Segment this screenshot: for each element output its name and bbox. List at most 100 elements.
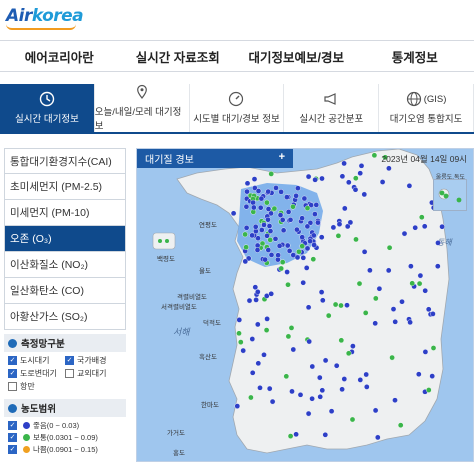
station-dot[interactable] — [257, 204, 264, 211]
station-dot[interactable] — [316, 374, 323, 381]
station-dot[interactable] — [425, 306, 432, 313]
station-dot[interactable] — [287, 433, 294, 439]
station-dot[interactable] — [243, 244, 249, 250]
station-dot[interactable] — [267, 237, 273, 243]
station-dot[interactable] — [317, 393, 323, 400]
station-dot[interactable] — [265, 188, 271, 195]
station-dot[interactable] — [439, 223, 445, 230]
station-dot[interactable] — [429, 373, 436, 379]
station-dot[interactable] — [271, 205, 278, 212]
station-dot[interactable] — [264, 199, 270, 206]
station-dot[interactable] — [238, 339, 244, 345]
station-dot[interactable] — [261, 351, 267, 358]
station-dot[interactable] — [280, 227, 287, 234]
station-dot[interactable] — [299, 243, 305, 249]
gnb-about[interactable]: 에어코리아란 — [0, 41, 119, 71]
station-dot[interactable] — [312, 211, 318, 217]
station-dot[interactable] — [297, 391, 304, 398]
station-dot[interactable] — [278, 265, 284, 272]
expand-plus-icon[interactable]: + — [279, 151, 285, 163]
airkorea-logo[interactable]: Airkorea — [6, 6, 84, 26]
station-dot[interactable] — [385, 267, 392, 274]
station-dot[interactable] — [305, 173, 312, 180]
station-dot[interactable] — [315, 219, 321, 226]
station-dot[interactable] — [417, 272, 424, 279]
checkbox-checked-icon[interactable]: ✓ — [8, 356, 17, 365]
station-dot[interactable] — [288, 325, 295, 331]
station-dot[interactable] — [325, 312, 332, 319]
station-dot[interactable] — [251, 176, 258, 182]
station-dot[interactable] — [313, 202, 320, 208]
station-dot[interactable] — [257, 384, 263, 391]
station-dot[interactable] — [352, 175, 359, 182]
station-dot[interactable] — [269, 398, 276, 405]
station-dot[interactable] — [418, 214, 425, 220]
map-panel-title[interactable]: 대기질 경보 + — [137, 149, 293, 168]
station-dot[interactable] — [258, 195, 265, 202]
station-dot[interactable] — [306, 338, 312, 345]
station-dot[interactable] — [304, 223, 311, 230]
station-dot[interactable] — [283, 373, 290, 380]
station-dot[interactable] — [330, 224, 337, 231]
sidebar-item-pm10[interactable]: 미세먼지 (PM-10) — [4, 200, 126, 226]
station-dot[interactable] — [240, 347, 246, 354]
station-dot[interactable] — [244, 180, 251, 187]
station-dot[interactable] — [361, 191, 368, 198]
station-dot[interactable] — [311, 242, 317, 248]
station-dot[interactable] — [304, 205, 311, 212]
station-dot[interactable] — [422, 287, 429, 294]
station-dot[interactable] — [430, 311, 436, 317]
station-dot[interactable] — [319, 297, 326, 304]
checkbox-unchecked-icon[interactable] — [8, 382, 17, 391]
station-dot[interactable] — [266, 385, 273, 392]
station-dot[interactable] — [408, 263, 414, 269]
station-dot[interactable] — [236, 317, 243, 323]
station-dot[interactable] — [242, 231, 248, 238]
checkbox-checked-icon[interactable]: ✓ — [65, 356, 74, 365]
station-dot[interactable] — [248, 394, 254, 401]
station-dot[interactable] — [305, 304, 312, 311]
station-dot[interactable] — [295, 185, 301, 192]
station-dot[interactable] — [230, 210, 237, 217]
tab-gis[interactable]: (GIS) 대기오염 통합지도 — [379, 84, 474, 132]
station-dot[interactable] — [344, 302, 350, 308]
tab-realtime[interactable]: 실시간 대기정보 — [0, 84, 95, 132]
station-dot[interactable] — [259, 227, 265, 233]
station-dot[interactable] — [294, 226, 300, 233]
station-dot[interactable] — [279, 259, 286, 265]
station-dot[interactable] — [318, 234, 325, 240]
station-dot[interactable] — [338, 302, 344, 309]
station-dot[interactable] — [286, 248, 293, 254]
station-dot[interactable] — [272, 236, 279, 242]
gnb-statistics[interactable]: 통계정보 — [356, 41, 474, 71]
station-dot[interactable] — [268, 171, 274, 177]
station-dot[interactable] — [255, 289, 261, 295]
station-dot[interactable] — [255, 321, 261, 328]
station-dot[interactable] — [273, 185, 279, 191]
station-dot[interactable] — [293, 193, 299, 199]
station-dot[interactable] — [335, 233, 342, 239]
station-dot[interactable] — [285, 281, 291, 288]
station-dot[interactable] — [336, 221, 343, 227]
station-dot[interactable] — [304, 245, 311, 252]
station-dot[interactable] — [386, 244, 393, 251]
station-dot[interactable] — [290, 346, 297, 353]
legend-bad[interactable]: ✓ 나쁨(0.0901 ~ 0.15) — [8, 443, 122, 455]
station-dot[interactable] — [310, 256, 317, 262]
gnb-realtime-data[interactable]: 실시간 자료조회 — [119, 41, 238, 71]
checkbox-checked-icon[interactable]: ✓ — [8, 432, 17, 442]
station-dot[interactable] — [265, 247, 272, 253]
check-port[interactable]: 항만 — [8, 381, 65, 392]
station-dot[interactable] — [379, 179, 386, 185]
tab-spatial[interactable]: 실시간 공간분포 — [284, 84, 380, 132]
sidebar-item-so2[interactable]: 아황산가스 (SO₂) — [4, 304, 126, 330]
station-dot[interactable] — [246, 297, 253, 304]
check-urban[interactable]: ✓ 도시대기 — [8, 355, 65, 366]
station-dot[interactable] — [338, 337, 345, 344]
tab-regional-alert[interactable]: 시도별 대기/경보 정보 — [190, 84, 285, 132]
station-dot[interactable] — [374, 434, 381, 441]
legend-normal[interactable]: ✓ 보통(0.0301 ~ 0.09) — [8, 431, 122, 443]
station-dot[interactable] — [243, 225, 250, 231]
station-dot[interactable] — [328, 408, 335, 415]
legend-good[interactable]: ✓ 좋음(0 ~ 0.03) — [8, 419, 122, 431]
